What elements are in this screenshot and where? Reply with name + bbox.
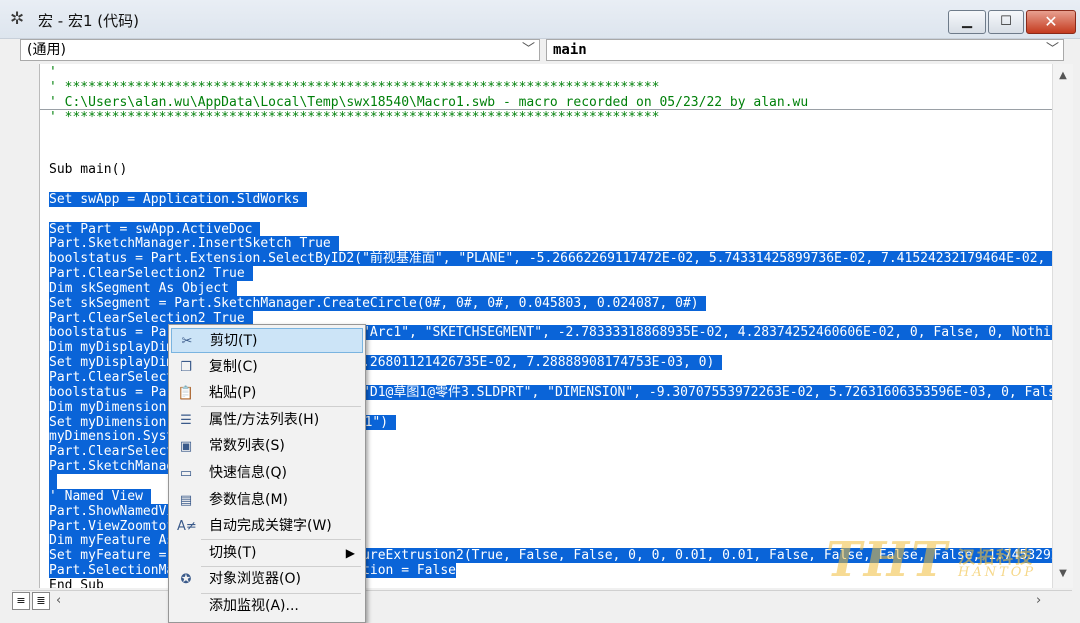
- menu-complete-word[interactable]: A≠ 自动完成关键字(W): [171, 514, 363, 539]
- minimize-icon: ▁: [962, 14, 972, 29]
- menu-item-label: 复制(C): [209, 358, 258, 375]
- scroll-left-icon[interactable]: ‹: [56, 591, 61, 611]
- code-line[interactable]: Set Part = swApp.ActiveDoc: [49, 221, 261, 237]
- code-line[interactable]: End Sub: [49, 578, 104, 588]
- code-line[interactable]: Part.SketchManager.InsertSketch True: [49, 236, 339, 252]
- menu-toggle[interactable]: 切换(T) ▶: [171, 541, 363, 566]
- menu-item-label: 剪切(T): [210, 333, 258, 349]
- complete-word-icon: A≠: [177, 519, 197, 535]
- code-line[interactable]: [49, 473, 57, 489]
- parameter-icon: ▤: [179, 492, 193, 508]
- close-button[interactable]: ✕: [1026, 10, 1076, 34]
- code-line[interactable]: Set myDisplayDim = Part.AddDimension2(-7…: [49, 355, 723, 371]
- minimize-button[interactable]: ▁: [948, 10, 986, 34]
- scroll-right-icon[interactable]: ›: [1036, 591, 1041, 611]
- maximize-button[interactable]: ☐: [988, 10, 1024, 34]
- menu-properties-list[interactable]: ☰ 属性/方法列表(H): [171, 408, 363, 433]
- menu-paste[interactable]: 📋 粘贴(P): [171, 381, 363, 406]
- code-line[interactable]: ' Named View: [49, 488, 151, 504]
- scroll-down-icon[interactable]: ▼: [1053, 568, 1073, 579]
- title-bar: ✲ 宏 - 宏1 (代码) ▁ ☐ ✕: [0, 0, 1080, 39]
- object-browser-icon: ✪: [180, 572, 192, 588]
- vba-macro-icon[interactable]: ✲: [10, 9, 32, 29]
- submenu-arrow-icon: ▶: [345, 545, 355, 560]
- menu-object-browser[interactable]: ✪ 对象浏览器(O): [171, 567, 363, 592]
- context-menu: ✂ 剪切(T) ❐ 复制(C) 📋 粘贴(P) ☰ 属性/方法列表(H) ▣ 常数列表(S) ▭ 快速…: [168, 324, 366, 623]
- close-icon: ✕: [1044, 12, 1058, 31]
- menu-item-label: 自动完成关键字(W): [209, 518, 332, 535]
- menu-copy[interactable]: ❐ 复制(C): [171, 355, 363, 380]
- menu-item-label: 属性/方法列表(H): [209, 411, 320, 428]
- procedure-view-icon[interactable]: ≡: [12, 592, 30, 610]
- menu-item-label: 常数列表(S): [209, 438, 285, 455]
- menu-constants-list[interactable]: ▣ 常数列表(S): [171, 434, 363, 459]
- code-line[interactable]: ' **************************************…: [49, 110, 659, 125]
- procedure-dropdown[interactable]: main ﹀: [546, 39, 1064, 61]
- code-line[interactable]: Sub main(): [49, 162, 127, 177]
- code-line[interactable]: Set swApp = Application.SldWorks: [49, 191, 308, 207]
- watermark-company-en: HANTOP: [958, 565, 1037, 580]
- watermark-logo: THT: [826, 532, 949, 588]
- object-dropdown[interactable]: (通用) ﹀: [20, 39, 540, 61]
- menu-item-label: 对象浏览器(O): [209, 571, 301, 588]
- procedure-dropdown-value: main: [553, 42, 587, 58]
- list-icon: ☰: [180, 412, 192, 428]
- menu-add-watch[interactable]: 添加监视(A)...: [171, 594, 363, 619]
- vertical-scrollbar[interactable]: ▲ ▼: [1052, 64, 1073, 588]
- code-line[interactable]: ' C:\Users\alan.wu\AppData\Local\Temp\sw…: [49, 95, 808, 110]
- full-module-view-icon[interactable]: ≣: [32, 592, 50, 610]
- menu-quick-info[interactable]: ▭ 快速信息(Q): [171, 461, 363, 486]
- menu-cut[interactable]: ✂ 剪切(T): [171, 328, 363, 353]
- constants-icon: ▣: [179, 439, 193, 455]
- info-icon: ▭: [179, 466, 193, 481]
- code-line[interactable]: ' **************************************…: [49, 80, 659, 95]
- menu-parameter-info[interactable]: ▤ 参数信息(M): [171, 488, 363, 513]
- chevron-down-icon[interactable]: ﹀: [1046, 41, 1059, 59]
- margin-indicator-bar[interactable]: [12, 64, 38, 588]
- code-line[interactable]: Part.ClearSelection2 True: [49, 266, 253, 281]
- menu-item-label: 添加监视(A)...: [209, 598, 299, 614]
- chevron-down-icon[interactable]: ﹀: [522, 41, 535, 59]
- code-line[interactable]: ': [49, 65, 57, 80]
- code-line[interactable]: boolstatus = Part.Extension.SelectByID2(…: [49, 251, 1053, 267]
- paste-icon: 📋: [177, 386, 195, 402]
- menu-item-label: 快速信息(Q): [209, 465, 287, 481]
- copy-icon: ❐: [180, 359, 192, 375]
- window-title: 宏 - 宏1 (代码): [38, 12, 139, 30]
- maximize-icon: ☐: [1000, 14, 1012, 29]
- scroll-up-icon[interactable]: ▲: [1053, 70, 1073, 81]
- code-line[interactable]: Set skSegment = Part.SketchManager.Creat…: [49, 295, 707, 311]
- scissors-icon: ✂: [181, 334, 193, 349]
- menu-item-label: 粘贴(P): [209, 385, 257, 402]
- menu-item-label: 参数信息(M): [209, 491, 289, 508]
- menu-item-label: 切换(T): [209, 544, 257, 561]
- code-line[interactable]: Dim skSegment As Object: [49, 280, 237, 296]
- object-dropdown-value: (通用): [27, 42, 66, 58]
